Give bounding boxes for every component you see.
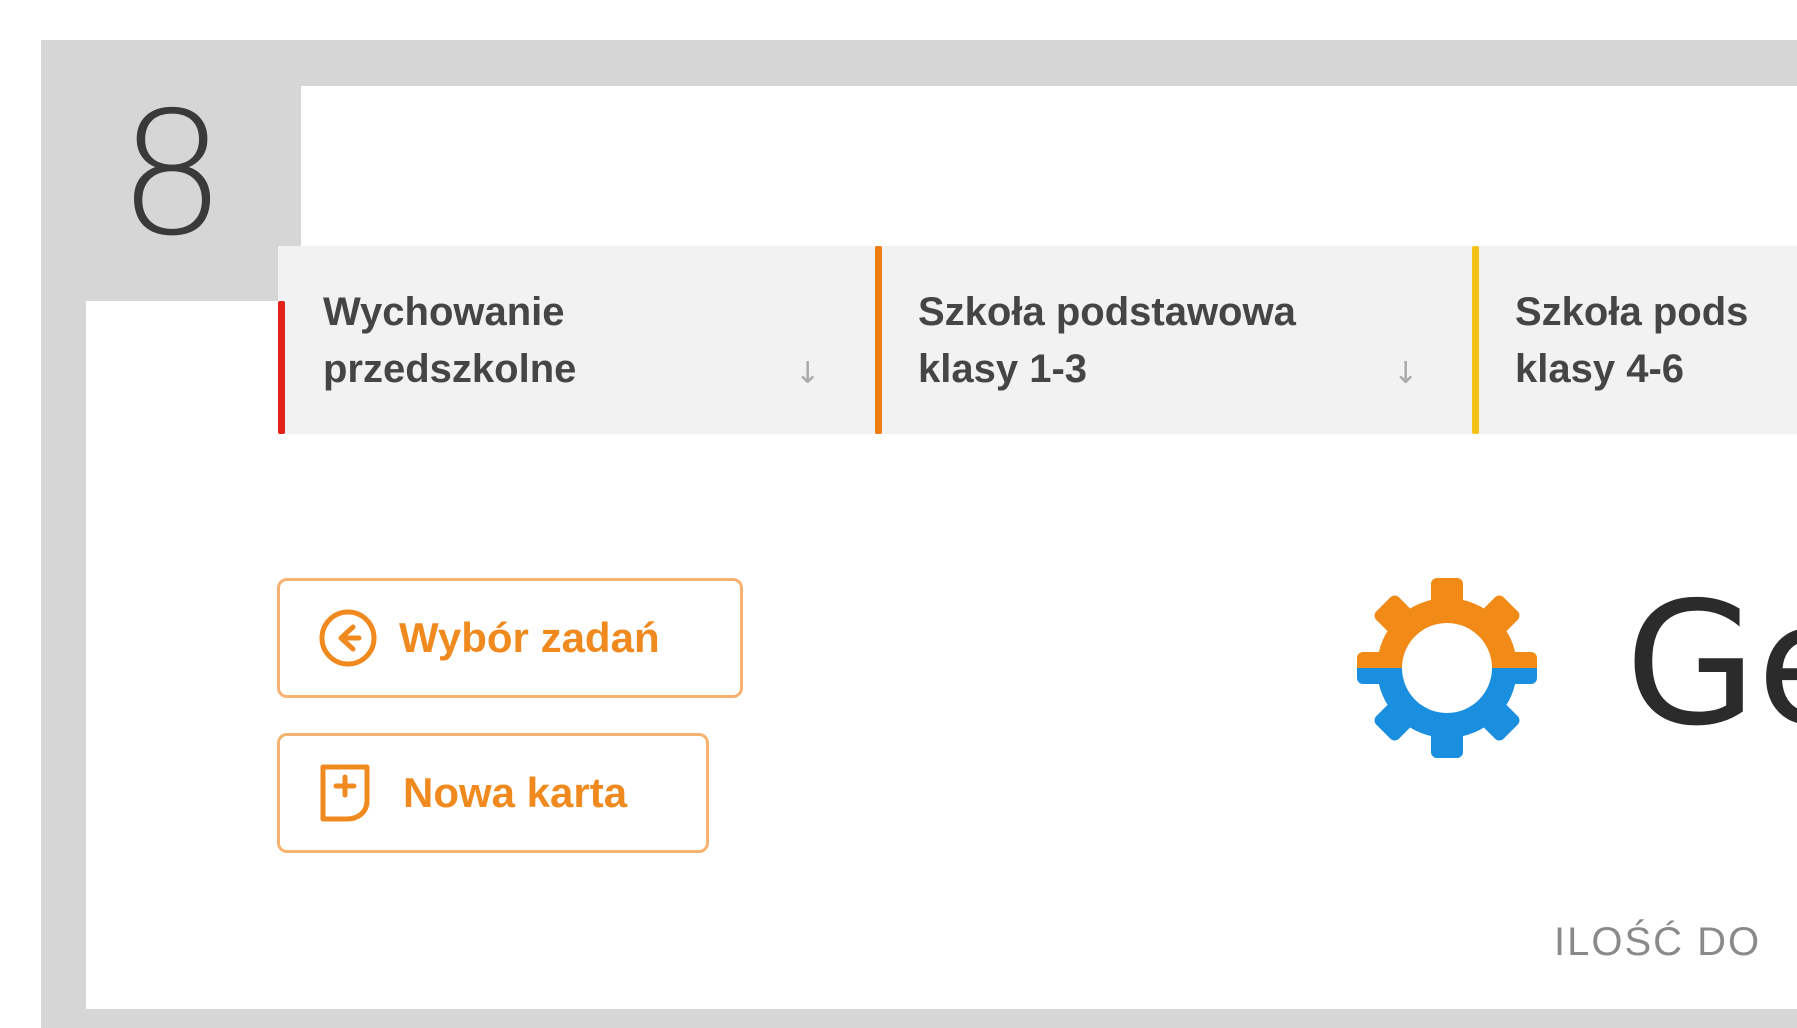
tab-label: Szkoła pods klasy 4-6 xyxy=(1515,290,1749,391)
tab-szkola-podstawowa-4-6[interactable]: Szkoła pods klasy 4-6 xyxy=(1472,246,1797,434)
tab-color-bar xyxy=(278,301,285,434)
task-select-label: Wybór zadań xyxy=(399,614,660,661)
task-select-button[interactable]: Wybór zadań xyxy=(277,578,743,698)
gear-icon xyxy=(1357,578,1537,758)
arrow-down-icon[interactable]: ↓ xyxy=(1393,356,1418,391)
arrow-down-icon[interactable]: ↓ xyxy=(795,356,820,391)
tab-label: Wychowanie przedszkolne xyxy=(323,290,577,391)
tab-color-bar xyxy=(875,246,882,434)
tab-wychowanie-przedszkolne[interactable]: Wychowanie przedszkolne ↓ xyxy=(278,246,872,434)
step-number: 8 xyxy=(118,76,227,274)
tab-label: Szkoła podstawowa klasy 1-3 xyxy=(918,290,1296,391)
tab-color-bar xyxy=(1472,246,1479,434)
new-card-icon xyxy=(320,764,370,822)
count-label: ILOŚĆ DO xyxy=(1554,920,1762,964)
logo-text: Ge xyxy=(1625,566,1797,764)
page: 8 Wychowanie przedszkolne ↓ Szkoła podst… xyxy=(0,0,1797,1028)
tab-szkola-podstawowa-1-3[interactable]: Szkoła podstawowa klasy 1-3 ↓ xyxy=(875,246,1469,434)
new-card-button[interactable]: Nowa karta xyxy=(277,733,709,853)
arrow-left-circle-icon xyxy=(319,609,377,667)
new-card-label: Nowa karta xyxy=(403,769,628,816)
